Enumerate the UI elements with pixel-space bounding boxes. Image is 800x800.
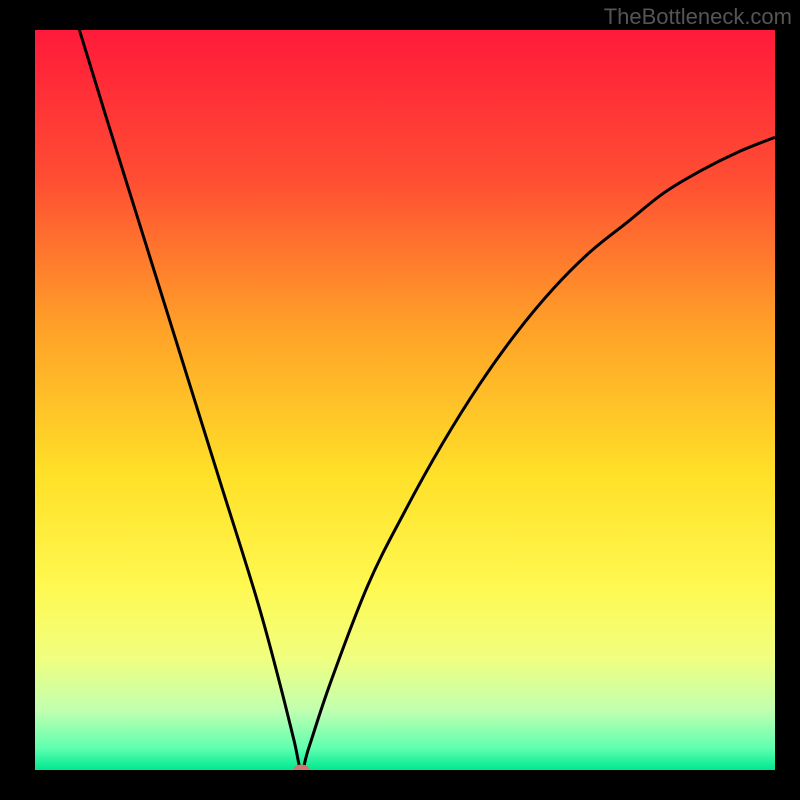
chart-background (35, 30, 775, 770)
bottleneck-chart (35, 30, 775, 770)
watermark-text: TheBottleneck.com (604, 4, 792, 30)
